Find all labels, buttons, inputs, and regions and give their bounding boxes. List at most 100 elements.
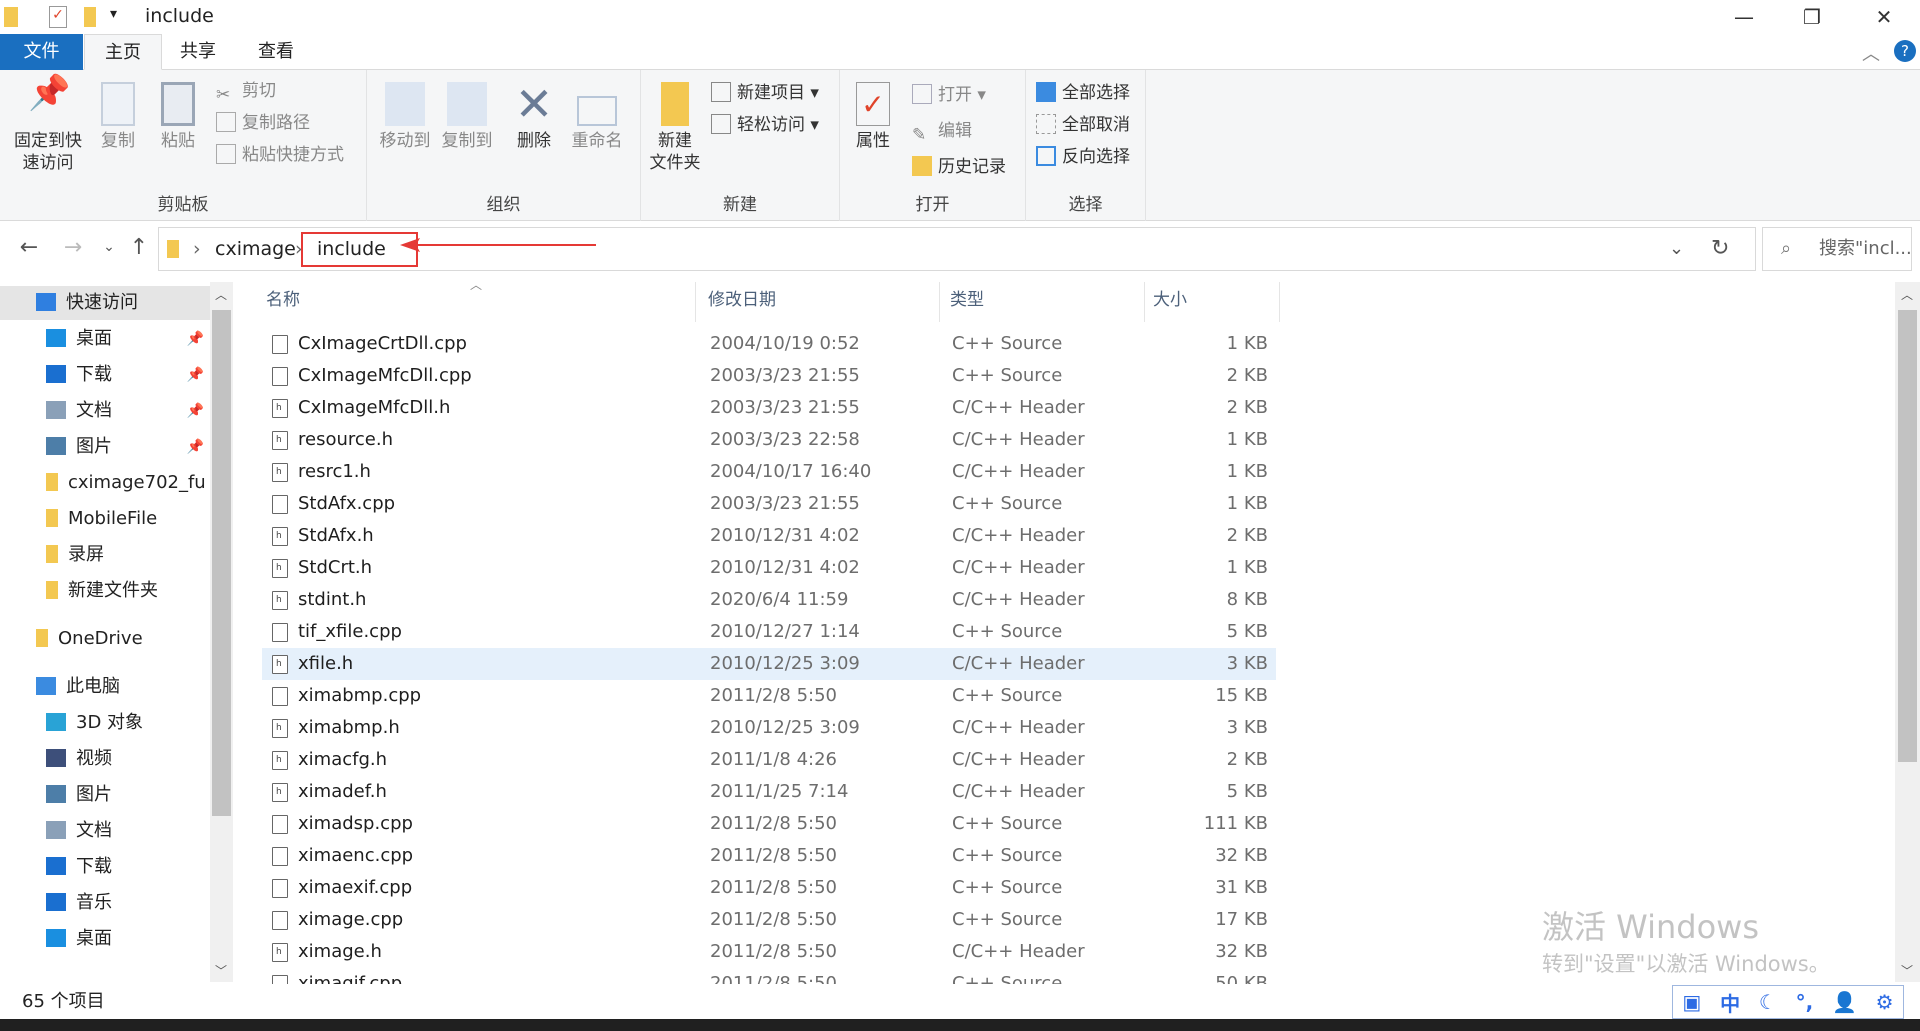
restore-button[interactable]: ❐ bbox=[1778, 0, 1846, 34]
new-folder-button[interactable]: 新建 文件夹 bbox=[645, 82, 705, 174]
file-row[interactable]: CxImageMfcDll.cpp 2003/3/23 21:55 C++ Sour… bbox=[262, 360, 1276, 392]
pin-quick-access-button[interactable]: 📌 固定到快 速访问 bbox=[8, 76, 88, 174]
ime-user-icon[interactable]: 👤 bbox=[1832, 990, 1857, 1014]
column-header-size[interactable]: 大小 bbox=[1145, 282, 1280, 322]
select-all-icon bbox=[1036, 82, 1056, 102]
copy-button[interactable]: 复制 bbox=[92, 82, 144, 152]
scroll-up-icon[interactable]: ︿ bbox=[215, 286, 227, 303]
ime-menu-icon[interactable]: ▣ bbox=[1682, 990, 1701, 1014]
recent-dropdown-button[interactable]: ⌄ bbox=[94, 239, 124, 255]
breadcrumb-cximage[interactable]: cximage bbox=[215, 238, 296, 260]
edit-button[interactable]: ✎ 编辑 bbox=[912, 116, 972, 146]
header-file-icon: h bbox=[272, 399, 288, 418]
tab-home[interactable]: 主页 bbox=[84, 34, 162, 70]
ime-settings-icon[interactable]: ⚙ bbox=[1876, 990, 1894, 1014]
file-list-scrollbar[interactable]: ︿ ﹀ bbox=[1895, 282, 1920, 982]
ime-punctuation-icon[interactable]: °, bbox=[1796, 990, 1814, 1014]
file-row[interactable]: h StdCrt.h 2010/12/31 4:02 C/C++ Header 1 KB bbox=[262, 552, 1276, 584]
file-row[interactable]: h ximadef.h 2011/1/25 7:14 C/C++ Header 5 KB bbox=[262, 776, 1276, 808]
tab-view[interactable]: 查看 bbox=[238, 34, 314, 70]
copy-path-button[interactable]: 复制路径 bbox=[216, 108, 310, 138]
sidebar-item[interactable]: 下载 📌 bbox=[0, 358, 210, 392]
search-input[interactable]: ⌕ 搜索"incl... bbox=[1762, 227, 1912, 271]
paste-shortcut-button[interactable]: 粘贴快捷方式 bbox=[216, 140, 344, 170]
sidebar-item[interactable]: 新建文件夹 bbox=[0, 574, 210, 608]
help-icon[interactable]: ? bbox=[1894, 40, 1916, 62]
sidebar-item[interactable]: 文档 📌 bbox=[0, 394, 210, 428]
file-row[interactable]: ximagif.cpp 2011/2/8 5:50 C++ Source 50 KB bbox=[262, 968, 1276, 984]
sidebar-item[interactable]: 图片 📌 bbox=[0, 430, 210, 464]
copy-to-button[interactable]: 复制到 bbox=[437, 82, 497, 152]
tab-share[interactable]: 共享 bbox=[160, 34, 236, 70]
sidebar-item[interactable]: 录屏 bbox=[0, 538, 210, 572]
file-row[interactable]: h StdAfx.h 2010/12/31 4:02 C/C++ Header 2 KB bbox=[262, 520, 1276, 552]
open-button[interactable]: 打开 ▾ bbox=[912, 80, 986, 110]
easy-access-button[interactable]: 轻松访问 ▾ bbox=[711, 110, 819, 140]
properties-quick-icon[interactable]: ✓ bbox=[49, 6, 67, 28]
file-row[interactable]: tif_xfile.cpp 2010/12/27 1:14 C++ Source 5 … bbox=[262, 616, 1276, 648]
address-dropdown-icon[interactable]: ⌄ bbox=[1669, 238, 1684, 259]
close-button[interactable]: ✕ bbox=[1850, 0, 1918, 34]
up-button[interactable]: ↑ bbox=[124, 235, 154, 260]
sidebar-item[interactable]: 3D 对象 bbox=[0, 706, 210, 740]
scroll-down-icon[interactable]: ﹀ bbox=[1901, 962, 1913, 979]
new-folder-quick-icon[interactable] bbox=[84, 7, 96, 27]
sidebar-item[interactable]: cximage702_fu bbox=[0, 466, 210, 500]
file-row[interactable]: h ximacfg.h 2011/1/8 4:26 C/C++ Header 2 KB bbox=[262, 744, 1276, 776]
properties-button[interactable]: ✓ 属性 bbox=[848, 82, 898, 152]
file-row[interactable]: ximaexif.cpp 2011/2/8 5:50 C++ Source 31 KB bbox=[262, 872, 1276, 904]
scroll-down-icon[interactable]: ﹀ bbox=[215, 962, 227, 979]
file-row[interactable]: ximabmp.cpp 2011/2/8 5:50 C++ Source 15 KB bbox=[262, 680, 1276, 712]
sidebar-item[interactable]: 下载 bbox=[0, 850, 210, 884]
rename-button[interactable]: 重命名 bbox=[563, 82, 631, 152]
column-header-type[interactable]: 类型 bbox=[940, 282, 1145, 322]
quick-access-dropdown-icon[interactable]: ▾ bbox=[110, 6, 117, 22]
select-all-button[interactable]: 全部选择 bbox=[1036, 78, 1130, 108]
sidebar-item[interactable]: 视频 bbox=[0, 742, 210, 776]
sidebar-item[interactable]: 音乐 bbox=[0, 886, 210, 920]
sidebar-scrollbar[interactable]: ︿ ﹀ bbox=[210, 282, 233, 982]
sidebar-item[interactable]: 图片 bbox=[0, 778, 210, 812]
forward-button[interactable]: → bbox=[58, 235, 88, 260]
sidebar-item[interactable]: 快速访问 bbox=[0, 286, 210, 320]
column-header-date[interactable]: 修改日期 bbox=[696, 282, 940, 322]
history-button[interactable]: 历史记录 bbox=[912, 152, 1006, 182]
new-item-button[interactable]: 新建项目 ▾ bbox=[711, 78, 819, 108]
file-row[interactable]: h stdint.h 2020/6/4 11:59 C/C++ Header 8 KB bbox=[262, 584, 1276, 616]
move-to-button[interactable]: 移动到 bbox=[375, 82, 435, 152]
ime-moon-icon[interactable]: ☾ bbox=[1759, 990, 1777, 1014]
cut-button[interactable]: ✂ 剪切 bbox=[216, 76, 276, 106]
sidebar-item[interactable]: MobileFile bbox=[0, 502, 210, 536]
file-row[interactable]: ximaenc.cpp 2011/2/8 5:50 C++ Source 32 KB bbox=[262, 840, 1276, 872]
select-none-button[interactable]: 全部取消 bbox=[1036, 110, 1130, 140]
file-row[interactable]: h CxImageMfcDll.h 2003/3/23 21:55 C/C++ Hea… bbox=[262, 392, 1276, 424]
file-row[interactable]: h xfile.h 2010/12/25 3:09 C/C++ Header 3 KB bbox=[262, 648, 1276, 680]
tab-file[interactable]: 文件 bbox=[0, 34, 83, 70]
file-row[interactable]: StdAfx.cpp 2003/3/23 21:55 C++ Source 1 KB bbox=[262, 488, 1276, 520]
file-row[interactable]: ximadsp.cpp 2011/2/8 5:50 C++ Source 111 KB bbox=[262, 808, 1276, 840]
sidebar-item[interactable]: 桌面 📌 bbox=[0, 322, 210, 356]
sidebar-item[interactable]: 桌面 bbox=[0, 922, 210, 956]
sidebar-item[interactable]: 文档 bbox=[0, 814, 210, 848]
sidebar-item[interactable]: OneDrive bbox=[0, 622, 210, 656]
scroll-up-icon[interactable]: ︿ bbox=[1901, 286, 1913, 303]
back-button[interactable]: ← bbox=[14, 235, 44, 260]
delete-button[interactable]: ✕ 删除 bbox=[509, 81, 559, 152]
collapse-ribbon-icon[interactable]: ︿ bbox=[1862, 40, 1880, 66]
breadcrumb-separator[interactable]: › bbox=[193, 238, 201, 260]
file-type: C/C++ Header bbox=[952, 461, 1085, 482]
file-row[interactable]: h resource.h 2003/3/23 22:58 C/C++ Header 1 … bbox=[262, 424, 1276, 456]
file-list-scroll-thumb[interactable] bbox=[1898, 310, 1917, 762]
invert-selection-button[interactable]: 反向选择 bbox=[1036, 142, 1130, 172]
ime-mode-toggle[interactable]: 中 bbox=[1720, 988, 1740, 1017]
file-row[interactable]: h ximabmp.h 2010/12/25 3:09 C/C++ Header 3 K… bbox=[262, 712, 1276, 744]
file-row[interactable]: h resrc1.h 2004/10/17 16:40 C/C++ Header 1 K… bbox=[262, 456, 1276, 488]
sidebar-item[interactable]: 此电脑 bbox=[0, 670, 210, 704]
sidebar-scroll-thumb[interactable] bbox=[212, 310, 231, 816]
file-row[interactable]: CxImageCrtDll.cpp 2004/10/19 0:52 C++ Sour… bbox=[262, 328, 1276, 360]
paste-button[interactable]: 粘贴 bbox=[152, 82, 204, 152]
file-row[interactable]: h ximage.h 2011/2/8 5:50 C/C++ Header 32 KB bbox=[262, 936, 1276, 968]
refresh-icon[interactable]: ↻ bbox=[1711, 236, 1729, 261]
file-row[interactable]: ximage.cpp 2011/2/8 5:50 C++ Source 17 KB bbox=[262, 904, 1276, 936]
minimize-button[interactable]: — bbox=[1710, 0, 1778, 34]
